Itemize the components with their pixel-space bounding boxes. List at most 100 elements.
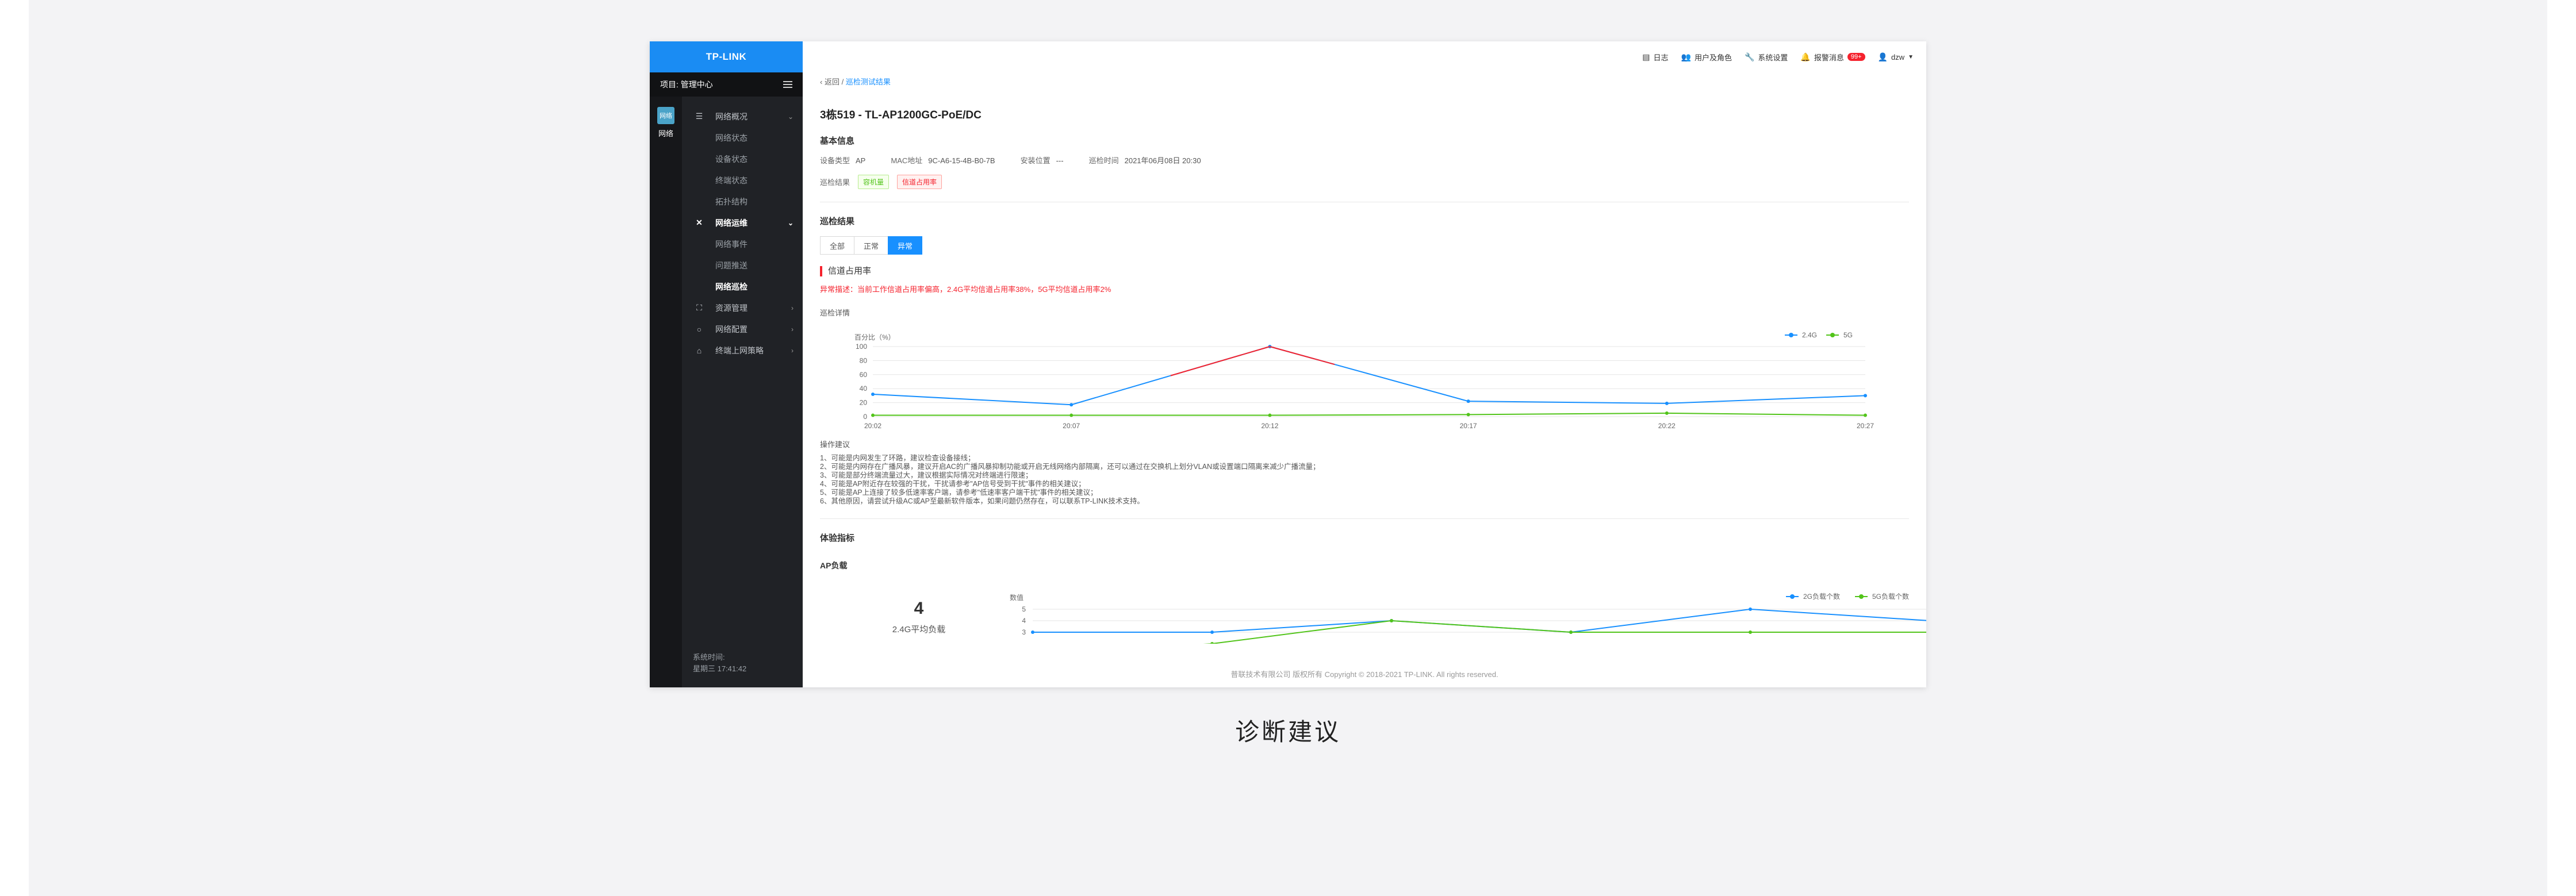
users-link[interactable]: 👥 用户及角色 (1681, 52, 1732, 63)
device-type-value: AP (856, 156, 866, 165)
system-time-value: 星期三 17:41:42 (693, 664, 747, 673)
system-time: 系统时间: 星期三 17:41:42 (693, 652, 746, 675)
project-label: 项目: 管理中心 (660, 80, 713, 89)
back-link[interactable]: 返回 (825, 78, 839, 86)
rail-item-network[interactable]: 网络 网络 (650, 97, 682, 139)
data-point (1268, 413, 1272, 417)
series-line-segment (1666, 412, 1866, 416)
alarm-link[interactable]: 🔔 报警消息 99+ (1800, 52, 1865, 63)
tplink-logo[interactable]: TP-LINK (650, 41, 803, 72)
series-line-segment (1391, 620, 1571, 633)
sidebar-item-push[interactable]: 问题推送 (682, 255, 803, 276)
alarm-badge: 99+ (1847, 53, 1865, 61)
list-item: 1、可能是内网发生了环路，建议检查设备接线； (820, 454, 975, 462)
data-point (1466, 399, 1470, 403)
filter-all-button[interactable]: 全部 (820, 236, 855, 255)
sidebar-group-overview[interactable]: ☰ 网络概况 ⌄ (682, 106, 803, 127)
data-point (1864, 413, 1867, 417)
sidebar-group-config[interactable]: ○ 网络配置 › (682, 318, 803, 340)
y-tick-label: 4 (1022, 617, 1026, 625)
data-point (1749, 607, 1752, 611)
sidebar-item-device-status[interactable]: 设备状态 (682, 148, 803, 170)
sidebar-group-label: 终端上网策略 (715, 345, 764, 355)
y-tick-label: 0 (863, 413, 867, 421)
ap-metric-caption: 2.4G平均负载 (892, 625, 946, 634)
sidebar-group-resources[interactable]: ⛶ 资源管理 › (682, 297, 803, 318)
legend-marker (1790, 594, 1795, 599)
basic-info-title: 基本信息 (820, 136, 855, 146)
experience-title: 体验指标 (820, 533, 855, 543)
y-tick-label: 5 (1022, 605, 1026, 613)
y-tick-label: 20 (860, 399, 868, 407)
sidebar-group-policy[interactable]: ⌂ 终端上网策略 › (682, 340, 803, 361)
location-label: 安装位置 (1020, 156, 1051, 165)
y-axis-title: 数值 (1010, 593, 1023, 602)
user-menu[interactable]: 👤 dzw ▼ (1878, 52, 1914, 62)
highlight-segment (1270, 346, 1335, 366)
breadcrumb-current: 巡检测试结果 (845, 78, 891, 86)
data-point (1070, 403, 1074, 407)
data-point (1665, 411, 1669, 415)
chevron-right-icon: › (791, 346, 793, 355)
project-selector[interactable]: 项目: 管理中心 (650, 72, 803, 97)
sidebar-item-network-status[interactable]: 网络状态 (682, 127, 803, 148)
location-value: --- (1056, 156, 1064, 165)
caret-down-icon: ▼ (1908, 53, 1914, 60)
sidebar-group-label: 网络配置 (715, 324, 747, 334)
y-tick-label: 80 (860, 356, 868, 364)
log-link[interactable]: ▤ 日志 (1642, 52, 1668, 63)
y-tick-label: 100 (856, 343, 867, 351)
list-item: 3、可能是部分终端流量过大，建议根据实际情况对终端进行限速； (820, 471, 1033, 479)
sidebar-group-label: 资源管理 (715, 303, 747, 313)
sidebar-group-label: 网络概况 (715, 111, 747, 121)
ap-load-title: AP负载 (820, 561, 848, 570)
sidebar-group-ops[interactable]: ✕ 网络运维 ⌄ (682, 212, 803, 233)
data-point (1070, 413, 1074, 417)
series-line-segment (1750, 609, 1926, 621)
data-point (1390, 619, 1393, 622)
data-point (1569, 630, 1573, 634)
y-tick-label: 40 (860, 384, 868, 393)
settings-link[interactable]: 🔧 系统设置 (1745, 52, 1788, 63)
x-tick-label: 20:07 (1063, 422, 1080, 430)
app-window: TP-LINK 项目: 管理中心 网络 网络 ☰ 网络概况 ⌄ 网络状态 设备状… (650, 41, 1926, 687)
legend-label: 5G (1843, 331, 1853, 339)
status-badge: 容机量 (858, 175, 890, 189)
data-point (1210, 642, 1214, 644)
sidebar-item-topology[interactable]: 拓扑结构 (682, 191, 803, 212)
legend-marker (1789, 333, 1793, 337)
series-line-segment (1666, 395, 1866, 404)
chevron-down-icon: ⌄ (787, 218, 793, 227)
filter-normal-button[interactable]: 正常 (854, 236, 889, 255)
result-row: 巡检结果 容机量 信道占用率 (820, 175, 1909, 189)
result-label: 巡检结果 (820, 178, 850, 187)
highlight-segment (1170, 346, 1270, 376)
top-bar: ▤ 日志 👥 用户及角色 🔧 系统设置 🔔 报警消息 99+ 👤 dzw ▼ (803, 41, 1926, 72)
sidebar-item-inspection[interactable]: 网络巡检 (682, 276, 803, 297)
sidebar-item-events[interactable]: 网络事件 (682, 233, 803, 255)
x-tick-label: 20:12 (1261, 422, 1278, 430)
legend-label: 2.4G (1802, 331, 1817, 339)
filter-abnormal-button[interactable]: 异常 (888, 236, 923, 255)
list-item: 6、其他原因，请尝试升级AC或AP至最新软件版本，如果问题仍然存在，可以联系TP… (820, 497, 1144, 505)
x-tick-label: 20:22 (1658, 422, 1676, 430)
data-point (871, 413, 875, 417)
chevron-down-icon: ⌄ (787, 112, 793, 121)
circle-icon: ○ (696, 324, 702, 334)
x-tick-label: 20:17 (1460, 422, 1477, 430)
inspect-title: 巡检结果 (820, 217, 855, 226)
sidebar-group-label: 网络运维 (715, 218, 747, 228)
chevron-right-icon: › (791, 325, 793, 333)
x-tick-label: 20:02 (864, 422, 881, 430)
list-icon: ☰ (695, 111, 703, 121)
users-icon: 👥 (1681, 52, 1691, 61)
sidebar-nav: ☰ 网络概况 ⌄ 网络状态 设备状态 终端状态 拓扑结构 ✕ 网络运维 ⌄ 网络… (682, 97, 803, 361)
chevron-right-icon: › (791, 303, 793, 312)
menu-icon[interactable] (783, 81, 792, 88)
module-rail: 网络 网络 (650, 97, 682, 687)
sidebar-item-terminal-status[interactable]: 终端状态 (682, 170, 803, 191)
status-badge: 信道占用率 (897, 175, 942, 189)
document-icon: ▤ (1642, 52, 1650, 61)
network-icon: 网络 (657, 107, 674, 124)
ap-metric-value: 4 (914, 599, 924, 618)
